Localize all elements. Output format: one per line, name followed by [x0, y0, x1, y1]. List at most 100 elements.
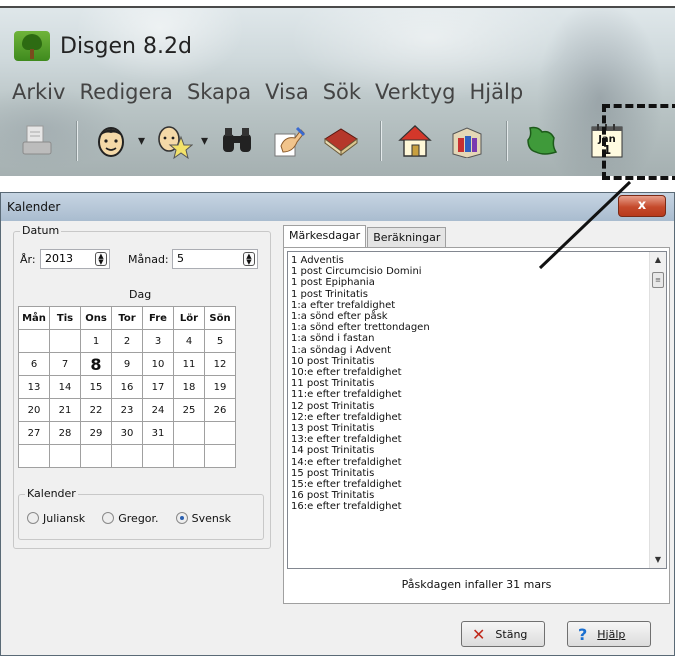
weekday-header: Sön — [204, 306, 236, 330]
app-titlebar: Disgen 8.2d — [14, 26, 192, 66]
library-button[interactable] — [444, 118, 490, 164]
list-item[interactable]: 14 post Trinitatis — [291, 445, 648, 456]
map-button[interactable] — [518, 118, 564, 164]
day-cell — [18, 329, 50, 353]
print-button[interactable] — [14, 118, 60, 164]
list-item[interactable]: 13 post Trinitatis — [291, 423, 648, 434]
day-cell[interactable]: 16 — [111, 375, 143, 399]
list-item[interactable]: 11 post Trinitatis — [291, 378, 648, 389]
list-item[interactable]: 14:e efter trefaldighet — [291, 457, 648, 468]
holiday-list: 1 Adventis 1 post Circumcisio Domini 1 pos… — [288, 252, 648, 513]
vertical-scrollbar[interactable]: ▲ ≡ ▼ — [649, 252, 666, 568]
menu-sok[interactable]: Sök — [323, 80, 361, 104]
list-item[interactable]: 11:e efter trefaldighet — [291, 389, 648, 400]
list-item[interactable]: 1 post Epiphania — [291, 277, 648, 288]
day-cell[interactable]: 14 — [49, 375, 81, 399]
day-cell[interactable]: 21 — [49, 398, 81, 422]
day-cell[interactable]: 19 — [204, 375, 236, 399]
edit-button[interactable] — [266, 118, 312, 164]
list-item[interactable]: 1:a sönd i fastan — [291, 333, 648, 344]
day-cell[interactable]: 13 — [18, 375, 50, 399]
close-window-button[interactable]: x — [618, 195, 666, 217]
scroll-down-icon[interactable]: ▼ — [650, 552, 666, 568]
app-window: Disgen 8.2d Arkiv Redigera Skapa Visa Sö… — [0, 6, 675, 176]
toolbar: ▾ ▾ Jan 1 — [14, 116, 636, 166]
list-item[interactable]: 10:e efter trefaldighet — [291, 367, 648, 378]
holiday-listbox[interactable]: 1 Adventis 1 post Circumcisio Domini 1 pos… — [287, 251, 667, 569]
list-item[interactable]: 12 post Trinitatis — [291, 401, 648, 412]
day-cell[interactable]: 5 — [204, 329, 236, 353]
scroll-thumb[interactable]: ≡ — [652, 272, 664, 288]
radio-gregorian[interactable]: Gregor. — [102, 512, 159, 525]
list-item[interactable]: 1 post Circumcisio Domini — [291, 266, 648, 277]
spinner-arrows-icon[interactable]: ▲ ▼ — [95, 252, 107, 266]
person-button[interactable] — [88, 118, 134, 164]
list-item[interactable]: 16 post Trinitatis — [291, 490, 648, 501]
list-item[interactable]: 1:a efter trefaldighet — [291, 300, 648, 311]
menu-hjalp[interactable]: Hjälp — [470, 80, 524, 104]
list-item[interactable]: 15 post Trinitatis — [291, 468, 648, 479]
toolbar-separator — [380, 121, 383, 161]
radio-swedish[interactable]: Svensk — [175, 512, 231, 525]
day-cell[interactable]: 28 — [49, 421, 81, 445]
menu-verktyg[interactable]: Verktyg — [375, 80, 455, 104]
day-cell[interactable]: 6 — [18, 352, 50, 376]
day-cell[interactable]: 10 — [142, 352, 174, 376]
menubar: Arkiv Redigera Skapa Visa Sök Verktyg Hj… — [12, 80, 537, 104]
home-button[interactable] — [392, 118, 438, 164]
day-cell[interactable]: 31 — [142, 421, 174, 445]
scroll-up-icon[interactable]: ▲ — [650, 252, 666, 268]
close-icon: x — [637, 198, 647, 213]
day-cell[interactable]: 29 — [80, 421, 112, 445]
day-cell[interactable]: 11 — [173, 352, 205, 376]
day-cell[interactable]: 7 — [49, 352, 81, 376]
close-button[interactable]: ✕ Stäng — [461, 621, 545, 647]
day-cell[interactable]: 20 — [18, 398, 50, 422]
list-item[interactable]: 1:a sönd efter trettondagen — [291, 322, 648, 333]
day-cell[interactable]: 18 — [173, 375, 205, 399]
day-cell[interactable]: 8 — [80, 352, 112, 376]
list-item[interactable]: 1 Adventis — [291, 255, 648, 266]
day-cell[interactable]: 22 — [80, 398, 112, 422]
day-cell[interactable]: 30 — [111, 421, 143, 445]
book-button[interactable] — [318, 118, 364, 164]
day-cell[interactable]: 2 — [111, 329, 143, 353]
day-cell[interactable]: 1 — [80, 329, 112, 353]
day-cell[interactable]: 27 — [18, 421, 50, 445]
list-item[interactable]: 12:e efter trefaldighet — [291, 412, 648, 423]
day-cell[interactable]: 25 — [173, 398, 205, 422]
search-button[interactable] — [214, 118, 260, 164]
day-cell[interactable]: 9 — [111, 352, 143, 376]
menu-skapa[interactable]: Skapa — [187, 80, 251, 104]
list-item[interactable]: 15:e efter trefaldighet — [291, 479, 648, 490]
chevron-down-icon[interactable]: ▾ — [138, 133, 145, 149]
person-search-button[interactable] — [151, 118, 197, 164]
day-cell[interactable]: 24 — [142, 398, 174, 422]
menu-redigera[interactable]: Redigera — [79, 80, 173, 104]
list-item[interactable]: 10 post Trinitatis — [291, 356, 648, 367]
list-item[interactable]: 1:a sönd efter påsk — [291, 311, 648, 322]
tab-berakningar[interactable]: Beräkningar — [367, 227, 447, 247]
day-cell[interactable]: 26 — [204, 398, 236, 422]
month-spinner[interactable]: 5 ▲ ▼ — [172, 249, 258, 269]
day-cell[interactable]: 23 — [111, 398, 143, 422]
help-button[interactable]: ? Hjälp — [567, 621, 651, 647]
menu-visa[interactable]: Visa — [265, 80, 309, 104]
day-cell[interactable]: 3 — [142, 329, 174, 353]
year-spinner[interactable]: 2013 ▲ ▼ — [40, 249, 110, 269]
spinner-arrows-icon[interactable]: ▲ ▼ — [243, 252, 255, 266]
chevron-down-icon[interactable]: ▾ — [201, 133, 208, 149]
radio-julian[interactable]: Juliansk — [27, 512, 85, 525]
weekday-header: Fre — [142, 306, 174, 330]
day-cell[interactable]: 17 — [142, 375, 174, 399]
menu-arkiv[interactable]: Arkiv — [12, 80, 65, 104]
day-cell[interactable]: 4 — [173, 329, 205, 353]
day-cell[interactable]: 12 — [204, 352, 236, 376]
list-item[interactable]: 1 post Trinitatis — [291, 289, 648, 300]
weekday-header: Ons — [80, 306, 112, 330]
list-item[interactable]: 1:a söndag i Advent — [291, 345, 648, 356]
list-item[interactable]: 13:e efter trefaldighet — [291, 434, 648, 445]
tab-markesdagar[interactable]: Märkesdagar — [283, 225, 367, 247]
list-item[interactable]: 16:e efter trefaldighet — [291, 501, 648, 512]
day-cell[interactable]: 15 — [80, 375, 112, 399]
